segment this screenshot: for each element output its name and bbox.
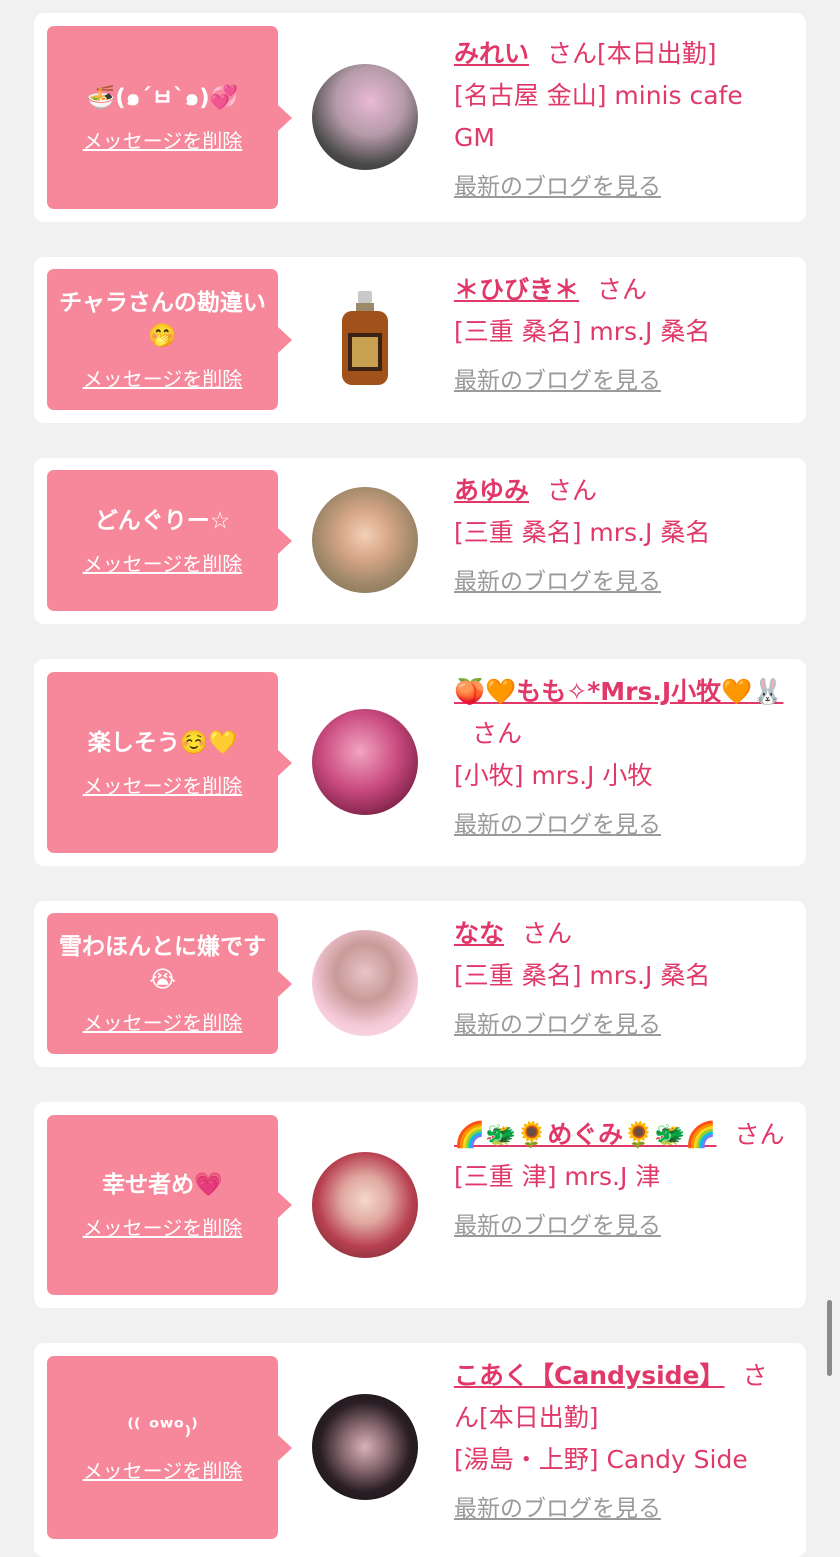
status-badge: [本日出勤]: [597, 39, 717, 68]
girl-name-link[interactable]: こあく【Candyside】: [454, 1361, 725, 1390]
avatar[interactable]: [312, 709, 418, 815]
message-text: 楽しそう☺️💛: [87, 729, 238, 756]
latest-blog-link[interactable]: 最新のブログを見る: [454, 167, 661, 201]
delete-message-link[interactable]: メッセージを削除: [83, 1007, 243, 1036]
girl-name-link[interactable]: あゆみ: [454, 476, 529, 505]
delete-message-link[interactable]: メッセージを削除: [83, 1212, 243, 1241]
message-card: どんぐりー☆ メッセージを削除 あゆみ さん [三重 桑名] mrs.J 桑名 最…: [34, 458, 806, 624]
honorific: さん: [547, 39, 598, 68]
latest-blog-link[interactable]: 最新のブログを見る: [454, 361, 661, 395]
honorific: さん: [547, 476, 598, 505]
girl-info: あゆみ さん [三重 桑名] mrs.J 桑名 最新のブログを見る: [454, 470, 790, 596]
message-card: 幸せ者め💗 メッセージを削除 🌈🐲🌻めぐみ🌻🐲🌈 さん [三重 津] mrs.J …: [34, 1102, 806, 1308]
name-line: こあく【Candyside】 さん[本日出勤]: [454, 1355, 790, 1439]
delete-message-link[interactable]: メッセージを削除: [83, 770, 243, 799]
message-bubble: 幸せ者め💗 メッセージを削除: [47, 1115, 292, 1295]
whisky-bottle-icon[interactable]: [312, 285, 418, 391]
message-bubble: チャラさんの勘違い🤭 メッセージを削除: [47, 269, 292, 410]
delete-message-link[interactable]: メッセージを削除: [83, 363, 243, 392]
honorific: さん: [597, 275, 648, 304]
honorific: さん: [522, 919, 573, 948]
scrollbar[interactable]: [827, 1300, 832, 1376]
message-bubble: どんぐりー☆ メッセージを削除: [47, 470, 292, 611]
girl-info: ＊ひびき＊ さん [三重 桑名] mrs.J 桑名 最新のブログを見る: [454, 269, 790, 395]
message-card: チャラさんの勘違い🤭 メッセージを削除 ＊ひびき＊ さん [三重 桑名] mrs.…: [34, 257, 806, 423]
avatar[interactable]: [312, 487, 418, 593]
message-bubble: 🍜(๑´ㅂ`๑)💞 メッセージを削除: [47, 26, 292, 209]
message-text: 幸せ者め💗: [102, 1172, 223, 1198]
latest-blog-link[interactable]: 最新のブログを見る: [454, 1005, 661, 1039]
name-line: みれい さん[本日出勤]: [454, 33, 790, 75]
message-bubble: 楽しそう☺️💛 メッセージを削除: [47, 672, 292, 853]
girl-name-link[interactable]: みれい: [454, 39, 529, 68]
delete-message-link[interactable]: メッセージを削除: [83, 125, 243, 154]
delete-message-link[interactable]: メッセージを削除: [83, 548, 243, 577]
message-text: どんぐりー☆: [94, 507, 231, 534]
shop-name: [小牧] mrs.J 小牧: [454, 761, 653, 790]
name-line: なな さん: [454, 913, 790, 955]
latest-blog-link[interactable]: 最新のブログを見る: [454, 562, 661, 596]
girl-info: なな さん [三重 桑名] mrs.J 桑名 最新のブログを見る: [454, 913, 790, 1039]
message-card: 🍜(๑´ㅂ`๑)💞 メッセージを削除 みれい さん[本日出勤] [名古屋 金山] …: [34, 13, 806, 222]
name-line: 🍑🧡もも✧*Mrs.J小牧🧡🐰 さん: [454, 671, 790, 755]
shop-name: [三重 桑名] mrs.J 桑名: [454, 961, 711, 990]
girl-name-link[interactable]: 🌈🐲🌻めぐみ🌻🐲🌈: [454, 1120, 717, 1149]
status-badge: [本日出勤]: [479, 1403, 599, 1432]
girl-info: みれい さん[本日出勤] [名古屋 金山] minis cafe GM 最新のブロ…: [454, 33, 790, 201]
latest-blog-link[interactable]: 最新のブログを見る: [454, 1206, 661, 1240]
girl-info: 🍑🧡もも✧*Mrs.J小牧🧡🐰 さん [小牧] mrs.J 小牧 最新のブログを見…: [454, 671, 790, 839]
avatar[interactable]: [312, 1152, 418, 1258]
message-text: 雪わほんとに嫌です😭: [59, 934, 266, 993]
message-card: 楽しそう☺️💛 メッセージを削除 🍑🧡もも✧*Mrs.J小牧🧡🐰 さん [小牧] …: [34, 659, 806, 866]
girl-info: 🌈🐲🌻めぐみ🌻🐲🌈 さん [三重 津] mrs.J 津 最新のブログを見る: [454, 1114, 790, 1240]
name-line: 🌈🐲🌻めぐみ🌻🐲🌈 さん: [454, 1114, 790, 1156]
girl-name-link[interactable]: なな: [454, 919, 504, 948]
name-line: ＊ひびき＊ さん: [454, 269, 790, 311]
latest-blog-link[interactable]: 最新のブログを見る: [454, 805, 661, 839]
honorific: さん: [734, 1120, 785, 1149]
message-card: ⁽⁽ ᵒʷᵒ₎⁾ メッセージを削除 こあく【Candyside】 さん[本日出勤]…: [34, 1343, 806, 1557]
girl-name-link[interactable]: ＊ひびき＊: [454, 275, 579, 304]
name-line: あゆみ さん: [454, 470, 790, 512]
shop-name: [湯島・上野] Candy Side: [454, 1445, 748, 1474]
shop-name: [三重 桑名] mrs.J 桑名: [454, 518, 711, 547]
latest-blog-link[interactable]: 最新のブログを見る: [454, 1489, 661, 1523]
message-text: ⁽⁽ ᵒʷᵒ₎⁾: [127, 1414, 198, 1441]
shop-name: [名古屋 金山] minis cafe GM: [454, 81, 743, 152]
message-bubble: ⁽⁽ ᵒʷᵒ₎⁾ メッセージを削除: [47, 1356, 292, 1539]
honorific: さん: [472, 719, 523, 748]
girl-info: こあく【Candyside】 さん[本日出勤] [湯島・上野] Candy Sid…: [454, 1355, 790, 1523]
whisky-bottle-icon-svg: [342, 291, 388, 385]
message-text: 🍜(๑´ㅂ`๑)💞: [86, 84, 239, 111]
delete-message-link[interactable]: メッセージを削除: [83, 1455, 243, 1484]
avatar[interactable]: [312, 1394, 418, 1500]
message-text: チャラさんの勘違い🤭: [59, 290, 266, 349]
message-bubble: 雪わほんとに嫌です😭 メッセージを削除: [47, 913, 292, 1054]
shop-name: [三重 桑名] mrs.J 桑名: [454, 317, 711, 346]
avatar[interactable]: [312, 64, 418, 170]
girl-name-link[interactable]: 🍑🧡もも✧*Mrs.J小牧🧡🐰: [454, 677, 783, 706]
avatar[interactable]: [312, 930, 418, 1036]
message-list: 🍜(๑´ㅂ`๑)💞 メッセージを削除 みれい さん[本日出勤] [名古屋 金山] …: [0, 0, 840, 1557]
message-card: 雪わほんとに嫌です😭 メッセージを削除 なな さん [三重 桑名] mrs.J 桑…: [34, 901, 806, 1067]
shop-name: [三重 津] mrs.J 津: [454, 1162, 661, 1191]
